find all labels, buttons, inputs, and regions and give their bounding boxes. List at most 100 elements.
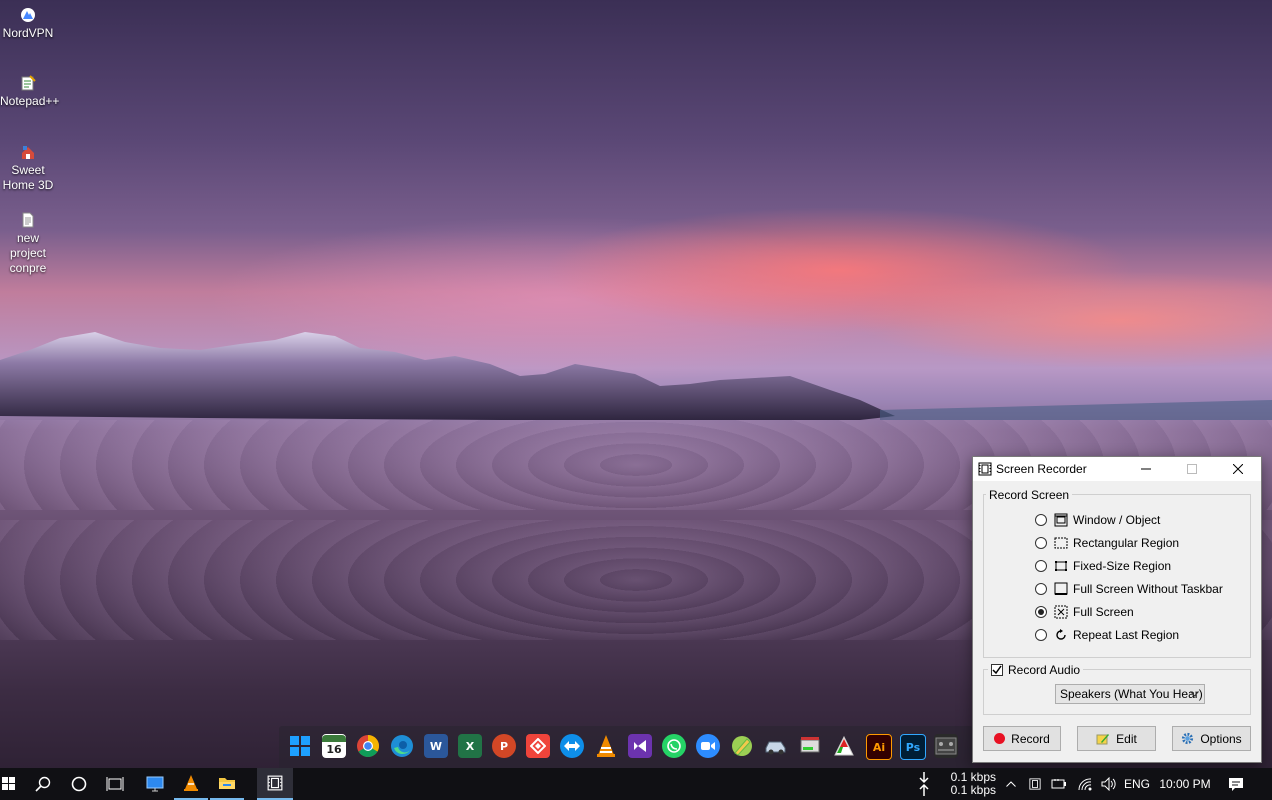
clock[interactable]: 10:00 PM bbox=[1156, 768, 1214, 800]
radio-full-screen[interactable] bbox=[1035, 606, 1047, 618]
record-screen-legend: Record Screen bbox=[986, 488, 1073, 502]
radio-fixed-size-region[interactable] bbox=[1035, 560, 1047, 572]
sweet-home-3d-icon bbox=[22, 146, 34, 159]
battery-button[interactable] bbox=[1048, 768, 1070, 800]
task-view-icon bbox=[106, 777, 124, 791]
record-button-label: Record bbox=[1011, 731, 1050, 746]
dock-item-zoom[interactable] bbox=[696, 734, 720, 758]
app-dock: 16 W X P Ai Ps bbox=[279, 726, 973, 768]
windows-icon bbox=[290, 736, 310, 756]
calendar-icon bbox=[322, 735, 346, 742]
radio-window-object[interactable] bbox=[1035, 514, 1047, 526]
edge-icon bbox=[391, 735, 413, 757]
desktop-icon-nordvpn[interactable]: NordVPN bbox=[0, 7, 56, 41]
audio-source-dropdown[interactable]: Speakers (What You Hear) bbox=[1055, 684, 1205, 704]
dock-item-illustrator[interactable]: Ai bbox=[866, 734, 892, 760]
dock-item-word[interactable]: W bbox=[424, 734, 448, 758]
dock-item-photoshop[interactable]: Ps bbox=[900, 734, 926, 760]
chevron-down-icon bbox=[1190, 691, 1199, 697]
record-button[interactable]: Record bbox=[983, 726, 1061, 751]
vlc-icon bbox=[597, 735, 615, 757]
taskbar-app-vlc[interactable] bbox=[174, 768, 208, 800]
upload-speed: 0.1 kbps bbox=[950, 783, 996, 797]
volume-button[interactable] bbox=[1098, 768, 1120, 800]
desktop-icon-new-project-conpre[interactable]: new project conpre bbox=[0, 212, 56, 276]
maximize-icon bbox=[1187, 464, 1197, 474]
rectangular-region-icon bbox=[1054, 537, 1068, 549]
edit-button[interactable]: Edit bbox=[1077, 726, 1156, 751]
desktop-icon-label: NordVPN bbox=[2, 26, 54, 40]
option-repeat-last-region[interactable]: Repeat Last Region bbox=[1035, 627, 1179, 643]
close-button[interactable] bbox=[1215, 457, 1261, 481]
document-icon bbox=[22, 212, 34, 228]
cortana-button[interactable] bbox=[64, 768, 94, 800]
zoom-icon bbox=[701, 742, 715, 750]
powerpoint-icon: P bbox=[499, 739, 509, 753]
option-label: Repeat Last Region bbox=[1073, 628, 1180, 642]
dock-item-vlc[interactable] bbox=[594, 734, 618, 758]
dock-item-anydesk[interactable] bbox=[526, 734, 550, 758]
taskbar-app-computer[interactable] bbox=[138, 768, 172, 800]
option-label: Rectangular Region bbox=[1073, 536, 1180, 550]
tray-screen-recorder[interactable] bbox=[1024, 768, 1046, 800]
options-button[interactable]: Options bbox=[1172, 726, 1251, 751]
network-speed-arrows bbox=[914, 768, 934, 800]
dock-item-chrome[interactable] bbox=[356, 734, 380, 758]
record-audio-checkbox[interactable] bbox=[991, 664, 1003, 676]
battery-icon bbox=[1051, 779, 1066, 789]
dock-item-car-app[interactable] bbox=[764, 734, 788, 758]
option-full-screen-without-taskbar[interactable]: Full Screen Without Taskbar bbox=[1035, 581, 1223, 597]
dock-item-visual-studio[interactable] bbox=[628, 734, 652, 758]
record-dot-icon bbox=[994, 733, 1006, 744]
option-window-object[interactable]: Window / Object bbox=[1035, 512, 1160, 528]
dock-item-flag-app[interactable] bbox=[832, 734, 856, 758]
option-rectangular-region[interactable]: Rectangular Region bbox=[1035, 535, 1179, 551]
desktop-icon-label: Notepad++ bbox=[0, 94, 60, 108]
task-view-button[interactable] bbox=[100, 768, 130, 800]
show-hidden-icons-button[interactable] bbox=[1002, 768, 1020, 800]
language-indicator[interactable]: ENG bbox=[1122, 768, 1152, 800]
flag-icon bbox=[834, 735, 854, 756]
record-audio-toggle[interactable]: Record Audio bbox=[988, 663, 1084, 677]
desktop-icon-notepad-plus-plus[interactable]: Notepad++ bbox=[0, 75, 60, 109]
speaker-icon bbox=[1101, 777, 1116, 791]
option-label: Window / Object bbox=[1073, 513, 1161, 527]
title-bar[interactable]: Screen Recorder bbox=[973, 457, 1261, 481]
illustrator-icon: Ai bbox=[872, 740, 886, 754]
search-icon bbox=[35, 776, 51, 792]
option-fixed-size-region[interactable]: Fixed-Size Region bbox=[1035, 558, 1171, 574]
search-button[interactable] bbox=[28, 768, 58, 800]
radio-rectangular-region[interactable] bbox=[1035, 537, 1047, 549]
dock-item-settings-panel[interactable] bbox=[934, 734, 958, 758]
option-full-screen[interactable]: Full Screen bbox=[1035, 604, 1134, 620]
dock-item-teamviewer[interactable] bbox=[560, 734, 584, 758]
repeat-last-region-icon bbox=[1056, 629, 1066, 640]
radio-repeat-last-region[interactable] bbox=[1035, 629, 1047, 641]
maximize-button[interactable] bbox=[1169, 457, 1215, 481]
start-button[interactable] bbox=[0, 768, 18, 800]
taskbar-app-file-explorer[interactable] bbox=[210, 768, 244, 800]
dock-item-powerpoint[interactable]: P bbox=[492, 734, 516, 758]
notifications-button[interactable] bbox=[1224, 768, 1248, 800]
dock-item-pencil-app[interactable] bbox=[730, 734, 754, 758]
language-label: ENG bbox=[1123, 777, 1150, 791]
taskbar: 0.1 kbps 0.1 kbps ENG 10:00 PM bbox=[0, 768, 1272, 800]
desktop-icon-sweet-home-3d[interactable]: Sweet Home 3D bbox=[0, 144, 56, 193]
dock-item-whatsapp[interactable] bbox=[662, 734, 686, 758]
minimize-button[interactable] bbox=[1123, 457, 1169, 481]
photoshop-icon: Ps bbox=[905, 740, 921, 754]
radio-full-screen-without-taskbar[interactable] bbox=[1035, 583, 1047, 595]
taskbar-app-screen-recorder[interactable] bbox=[257, 768, 293, 800]
window-title: Screen Recorder bbox=[996, 462, 1087, 476]
dock-item-calendar[interactable]: 16 bbox=[322, 734, 346, 758]
checkmark-icon bbox=[992, 665, 1002, 675]
dock-item-edge[interactable] bbox=[390, 734, 414, 758]
wifi-button[interactable] bbox=[1074, 768, 1096, 800]
dock-item-drive-app[interactable] bbox=[798, 734, 822, 758]
option-label: Full Screen Without Taskbar bbox=[1073, 582, 1223, 596]
close-icon bbox=[1233, 464, 1243, 474]
dock-item-excel[interactable]: X bbox=[458, 734, 482, 758]
dock-item-windows[interactable] bbox=[288, 734, 312, 758]
up-down-arrows-icon bbox=[919, 772, 929, 796]
chrome-icon bbox=[357, 735, 379, 757]
